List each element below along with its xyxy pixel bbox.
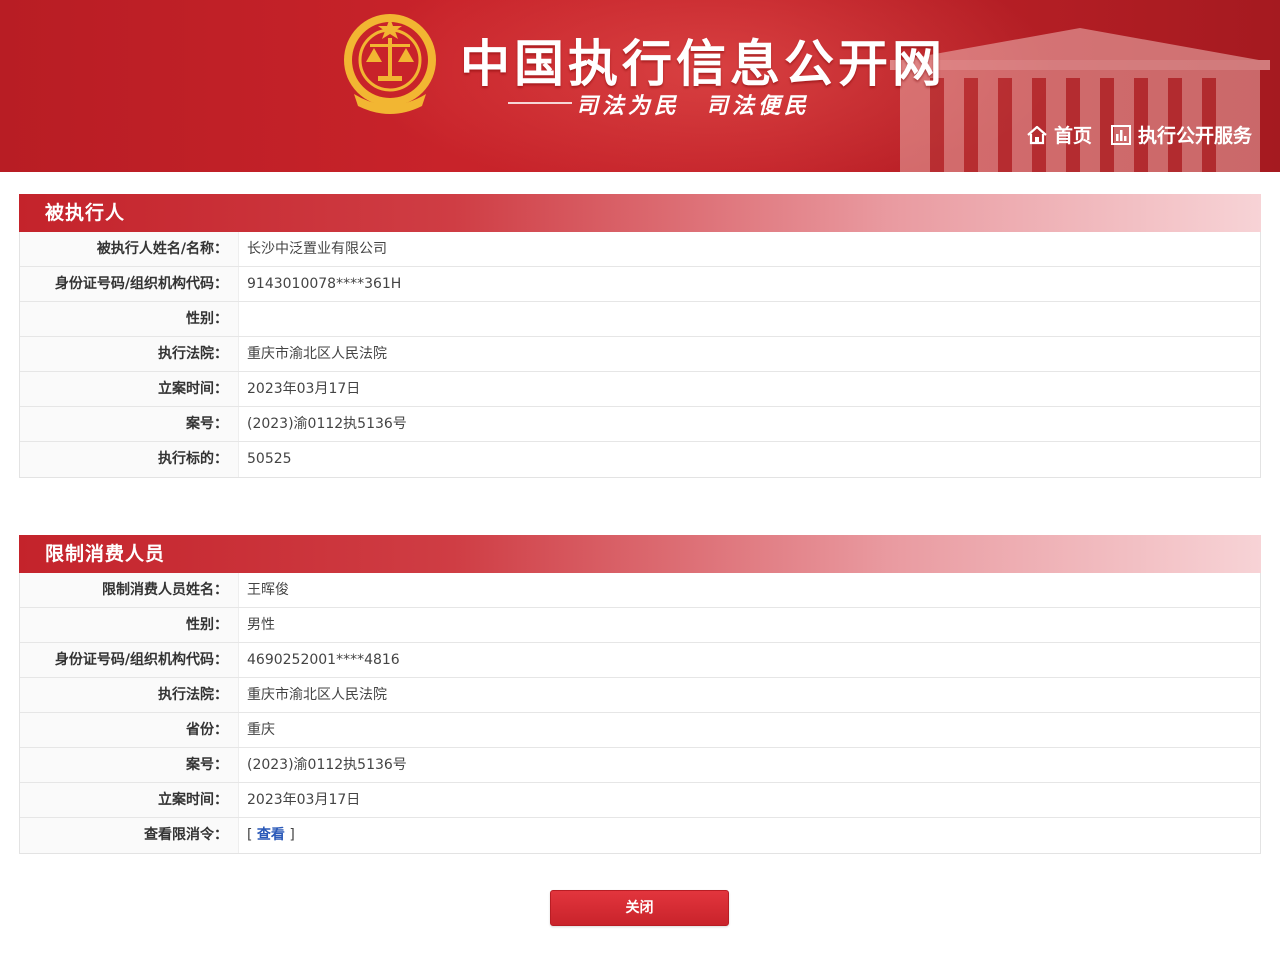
bracket-open: [ bbox=[247, 827, 257, 843]
executee-name-value: 长沙中泛置业有限公司 bbox=[238, 232, 1260, 266]
restricted-id-value: 4690252001****4816 bbox=[238, 643, 1260, 677]
table-row: 身份证号码/组织机构代码： 9143010078****361H bbox=[20, 267, 1260, 302]
executee-amount-label: 执行标的： bbox=[158, 451, 228, 467]
executee-filing-date-label: 立案时间： bbox=[158, 381, 228, 397]
table-row: 执行标的： 50525 bbox=[20, 442, 1260, 477]
nav-public-service-link[interactable]: 执行公开服务 bbox=[1110, 121, 1252, 148]
executee-info-table: 被执行人姓名/名称： 长沙中泛置业有限公司 身份证号码/组织机构代码： 9143… bbox=[19, 232, 1261, 478]
executee-panel: 被执行人 被执行人姓名/名称： 长沙中泛置业有限公司 身份证号码/组织机构代码：… bbox=[19, 194, 1261, 478]
restricted-id-label: 身份证号码/组织机构代码： bbox=[54, 652, 228, 668]
table-row: 身份证号码/组织机构代码： 4690252001****4816 bbox=[20, 643, 1260, 678]
site-slogan: 司法为民 司法便民 bbox=[576, 93, 811, 119]
restricted-panel-title: 限制消费人员 bbox=[19, 535, 1261, 573]
executee-id-label: 身份证号码/组织机构代码： bbox=[54, 276, 228, 292]
restricted-filing-date-label: 立案时间： bbox=[158, 792, 228, 808]
chart-icon bbox=[1110, 124, 1131, 145]
court-emblem-logo bbox=[344, 14, 436, 114]
restricted-name-value: 王晖俊 bbox=[238, 573, 1260, 607]
executee-gender-label: 性别： bbox=[186, 311, 228, 327]
site-header: 中国执行信息公开网 司法为民 司法便民 首页 执行公开服务 bbox=[0, 0, 1280, 172]
table-row: 执行法院： 重庆市渝北区人民法院 bbox=[20, 337, 1260, 372]
nav-home-label: 首页 bbox=[1053, 125, 1092, 147]
view-restriction-order-link[interactable]: 查看 bbox=[257, 827, 285, 843]
executee-panel-title: 被执行人 bbox=[19, 194, 1261, 232]
restricted-filing-date-value: 2023年03月17日 bbox=[238, 783, 1260, 817]
nav-home-link[interactable]: 首页 bbox=[1026, 121, 1092, 148]
table-row: 案号： (2023)渝0112执5136号 bbox=[20, 407, 1260, 442]
bracket-close: ] bbox=[284, 827, 295, 843]
executee-case-number-value: (2023)渝0112执5136号 bbox=[238, 407, 1260, 441]
executee-filing-date-value: 2023年03月17日 bbox=[238, 372, 1260, 406]
table-row: 立案时间： 2023年03月17日 bbox=[20, 372, 1260, 407]
table-row: 查看限消令： [ 查看 ] bbox=[20, 818, 1260, 853]
executee-court-value: 重庆市渝北区人民法院 bbox=[238, 337, 1260, 371]
table-row: 执行法院： 重庆市渝北区人民法院 bbox=[20, 678, 1260, 713]
site-title: 中国执行信息公开网 bbox=[460, 35, 946, 93]
restricted-province-value: 重庆 bbox=[238, 713, 1260, 747]
restricted-court-label: 执行法院： bbox=[158, 687, 228, 703]
table-row: 案号： (2023)渝0112执5136号 bbox=[20, 748, 1260, 783]
restriction-order-value: [ 查看 ] bbox=[238, 818, 1260, 853]
restricted-gender-value: 男性 bbox=[238, 608, 1260, 642]
top-nav: 首页 执行公开服务 bbox=[1026, 121, 1252, 148]
restriction-order-label: 查看限消令： bbox=[144, 827, 228, 843]
executee-case-number-label: 案号： bbox=[186, 416, 228, 432]
restricted-court-value: 重庆市渝北区人民法院 bbox=[238, 678, 1260, 712]
restricted-gender-label: 性别： bbox=[186, 617, 228, 633]
executee-gender-value bbox=[238, 302, 1260, 336]
table-row: 性别： 男性 bbox=[20, 608, 1260, 643]
table-row: 限制消费人员姓名： 王晖俊 bbox=[20, 573, 1260, 608]
restricted-case-number-label: 案号： bbox=[186, 757, 228, 773]
executee-name-label: 被执行人姓名/名称： bbox=[96, 241, 228, 257]
executee-id-value: 9143010078****361H bbox=[238, 267, 1260, 301]
restricted-case-number-value: (2023)渝0112执5136号 bbox=[238, 748, 1260, 782]
table-row: 性别： bbox=[20, 302, 1260, 337]
restricted-panel: 限制消费人员 限制消费人员姓名： 王晖俊 性别： 男性 身份证号码/组织机构代码… bbox=[19, 535, 1261, 854]
restricted-province-label: 省份： bbox=[186, 722, 228, 738]
table-row: 省份： 重庆 bbox=[20, 713, 1260, 748]
home-icon bbox=[1027, 125, 1047, 144]
nav-public-service-label: 执行公开服务 bbox=[1137, 125, 1252, 147]
close-button[interactable]: 关闭 bbox=[550, 890, 729, 926]
table-row: 立案时间： 2023年03月17日 bbox=[20, 783, 1260, 818]
restricted-name-label: 限制消费人员姓名： bbox=[102, 582, 228, 598]
executee-court-label: 执行法院： bbox=[158, 346, 228, 362]
executee-amount-value: 50525 bbox=[238, 442, 1260, 477]
table-row: 被执行人姓名/名称： 长沙中泛置业有限公司 bbox=[20, 232, 1260, 267]
slogan-divider bbox=[508, 102, 572, 104]
restricted-info-table: 限制消费人员姓名： 王晖俊 性别： 男性 身份证号码/组织机构代码： 46902… bbox=[19, 573, 1261, 854]
